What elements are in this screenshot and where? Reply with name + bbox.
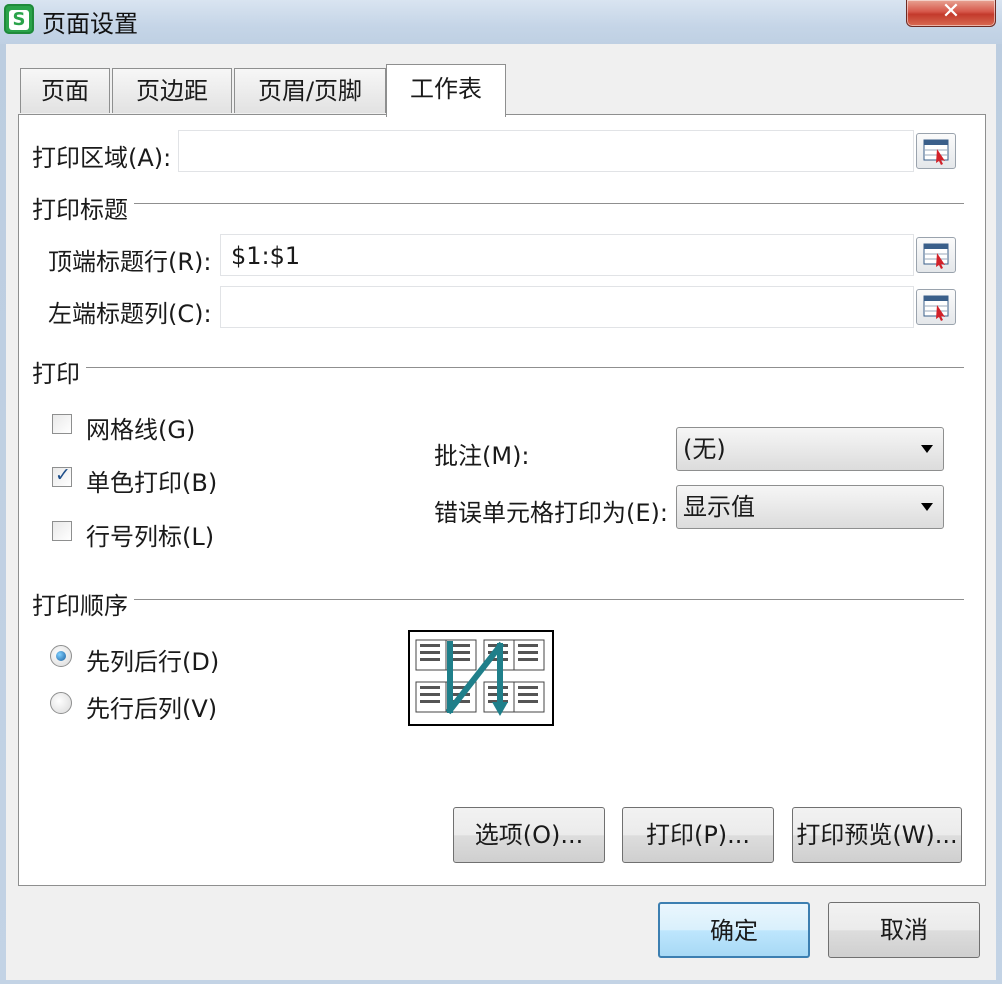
window-title: 页面设置 — [42, 10, 138, 38]
page-order-preview — [408, 630, 554, 726]
title-rows-label: 顶端标题行(R): — [48, 248, 212, 276]
page-order-diagram-icon — [415, 639, 545, 716]
mono-print-label: 单色打印(B) — [86, 469, 218, 497]
title-rows-select-button[interactable] — [916, 237, 956, 273]
over-then-down-label: 先行后列(V) — [86, 695, 218, 723]
group-divider — [134, 599, 964, 600]
app-icon: S — [4, 4, 34, 34]
errors-select[interactable]: 显示值 — [676, 485, 944, 529]
group-divider — [134, 203, 964, 204]
tab-page[interactable]: 页面 — [20, 68, 110, 113]
mono-print-checkbox[interactable]: ✓ — [52, 464, 72, 487]
range-select-icon — [923, 243, 949, 269]
print-order-group-label: 打印顺序 — [32, 592, 128, 620]
title-cols-select-button[interactable] — [916, 289, 956, 325]
gridlines-label: 网格线(G) — [86, 416, 196, 444]
print-group-label: 打印 — [32, 360, 80, 388]
ok-button[interactable]: 确定 — [658, 902, 810, 958]
errors-label: 错误单元格打印为(E): — [434, 499, 668, 527]
group-divider — [86, 367, 964, 368]
print-preview-button[interactable]: 打印预览(W)... — [792, 807, 962, 863]
comments-label: 批注(M): — [434, 442, 530, 470]
over-then-down-radio[interactable] — [50, 692, 72, 714]
chevron-down-icon — [921, 445, 933, 453]
tab-header-footer[interactable]: 页眉/页脚 — [234, 68, 386, 113]
print-area-select-button[interactable] — [916, 133, 956, 169]
range-select-icon — [923, 295, 949, 321]
errors-select-value: 显示值 — [683, 493, 755, 521]
comments-select-value: (无) — [683, 435, 726, 463]
tab-sheet[interactable]: 工作表 — [386, 64, 506, 117]
title-rows-input[interactable]: $1:$1 — [220, 234, 914, 276]
print-area-input[interactable] — [178, 130, 914, 172]
title-bar — [0, 0, 1002, 44]
range-select-icon — [923, 139, 949, 165]
print-titles-group-label: 打印标题 — [32, 196, 128, 224]
close-button[interactable]: ✕ — [906, 0, 996, 27]
tab-margins[interactable]: 页边距 — [112, 68, 232, 113]
gridlines-checkbox[interactable] — [52, 414, 72, 434]
title-cols-input[interactable] — [220, 286, 914, 328]
chevron-down-icon — [921, 503, 933, 511]
row-col-headings-label: 行号列标(L) — [86, 523, 215, 551]
title-cols-label: 左端标题列(C): — [48, 300, 212, 328]
comments-select[interactable]: (无) — [676, 427, 944, 471]
row-col-headings-checkbox[interactable] — [52, 521, 72, 541]
print-button[interactable]: 打印(P)... — [622, 807, 774, 863]
cancel-button[interactable]: 取消 — [828, 902, 980, 958]
options-button[interactable]: 选项(O)... — [453, 807, 605, 863]
down-then-over-radio[interactable] — [50, 645, 72, 667]
print-area-label: 打印区域(A): — [32, 144, 172, 172]
down-then-over-label: 先列后行(D) — [86, 648, 220, 676]
check-icon: ✓ — [55, 464, 71, 486]
